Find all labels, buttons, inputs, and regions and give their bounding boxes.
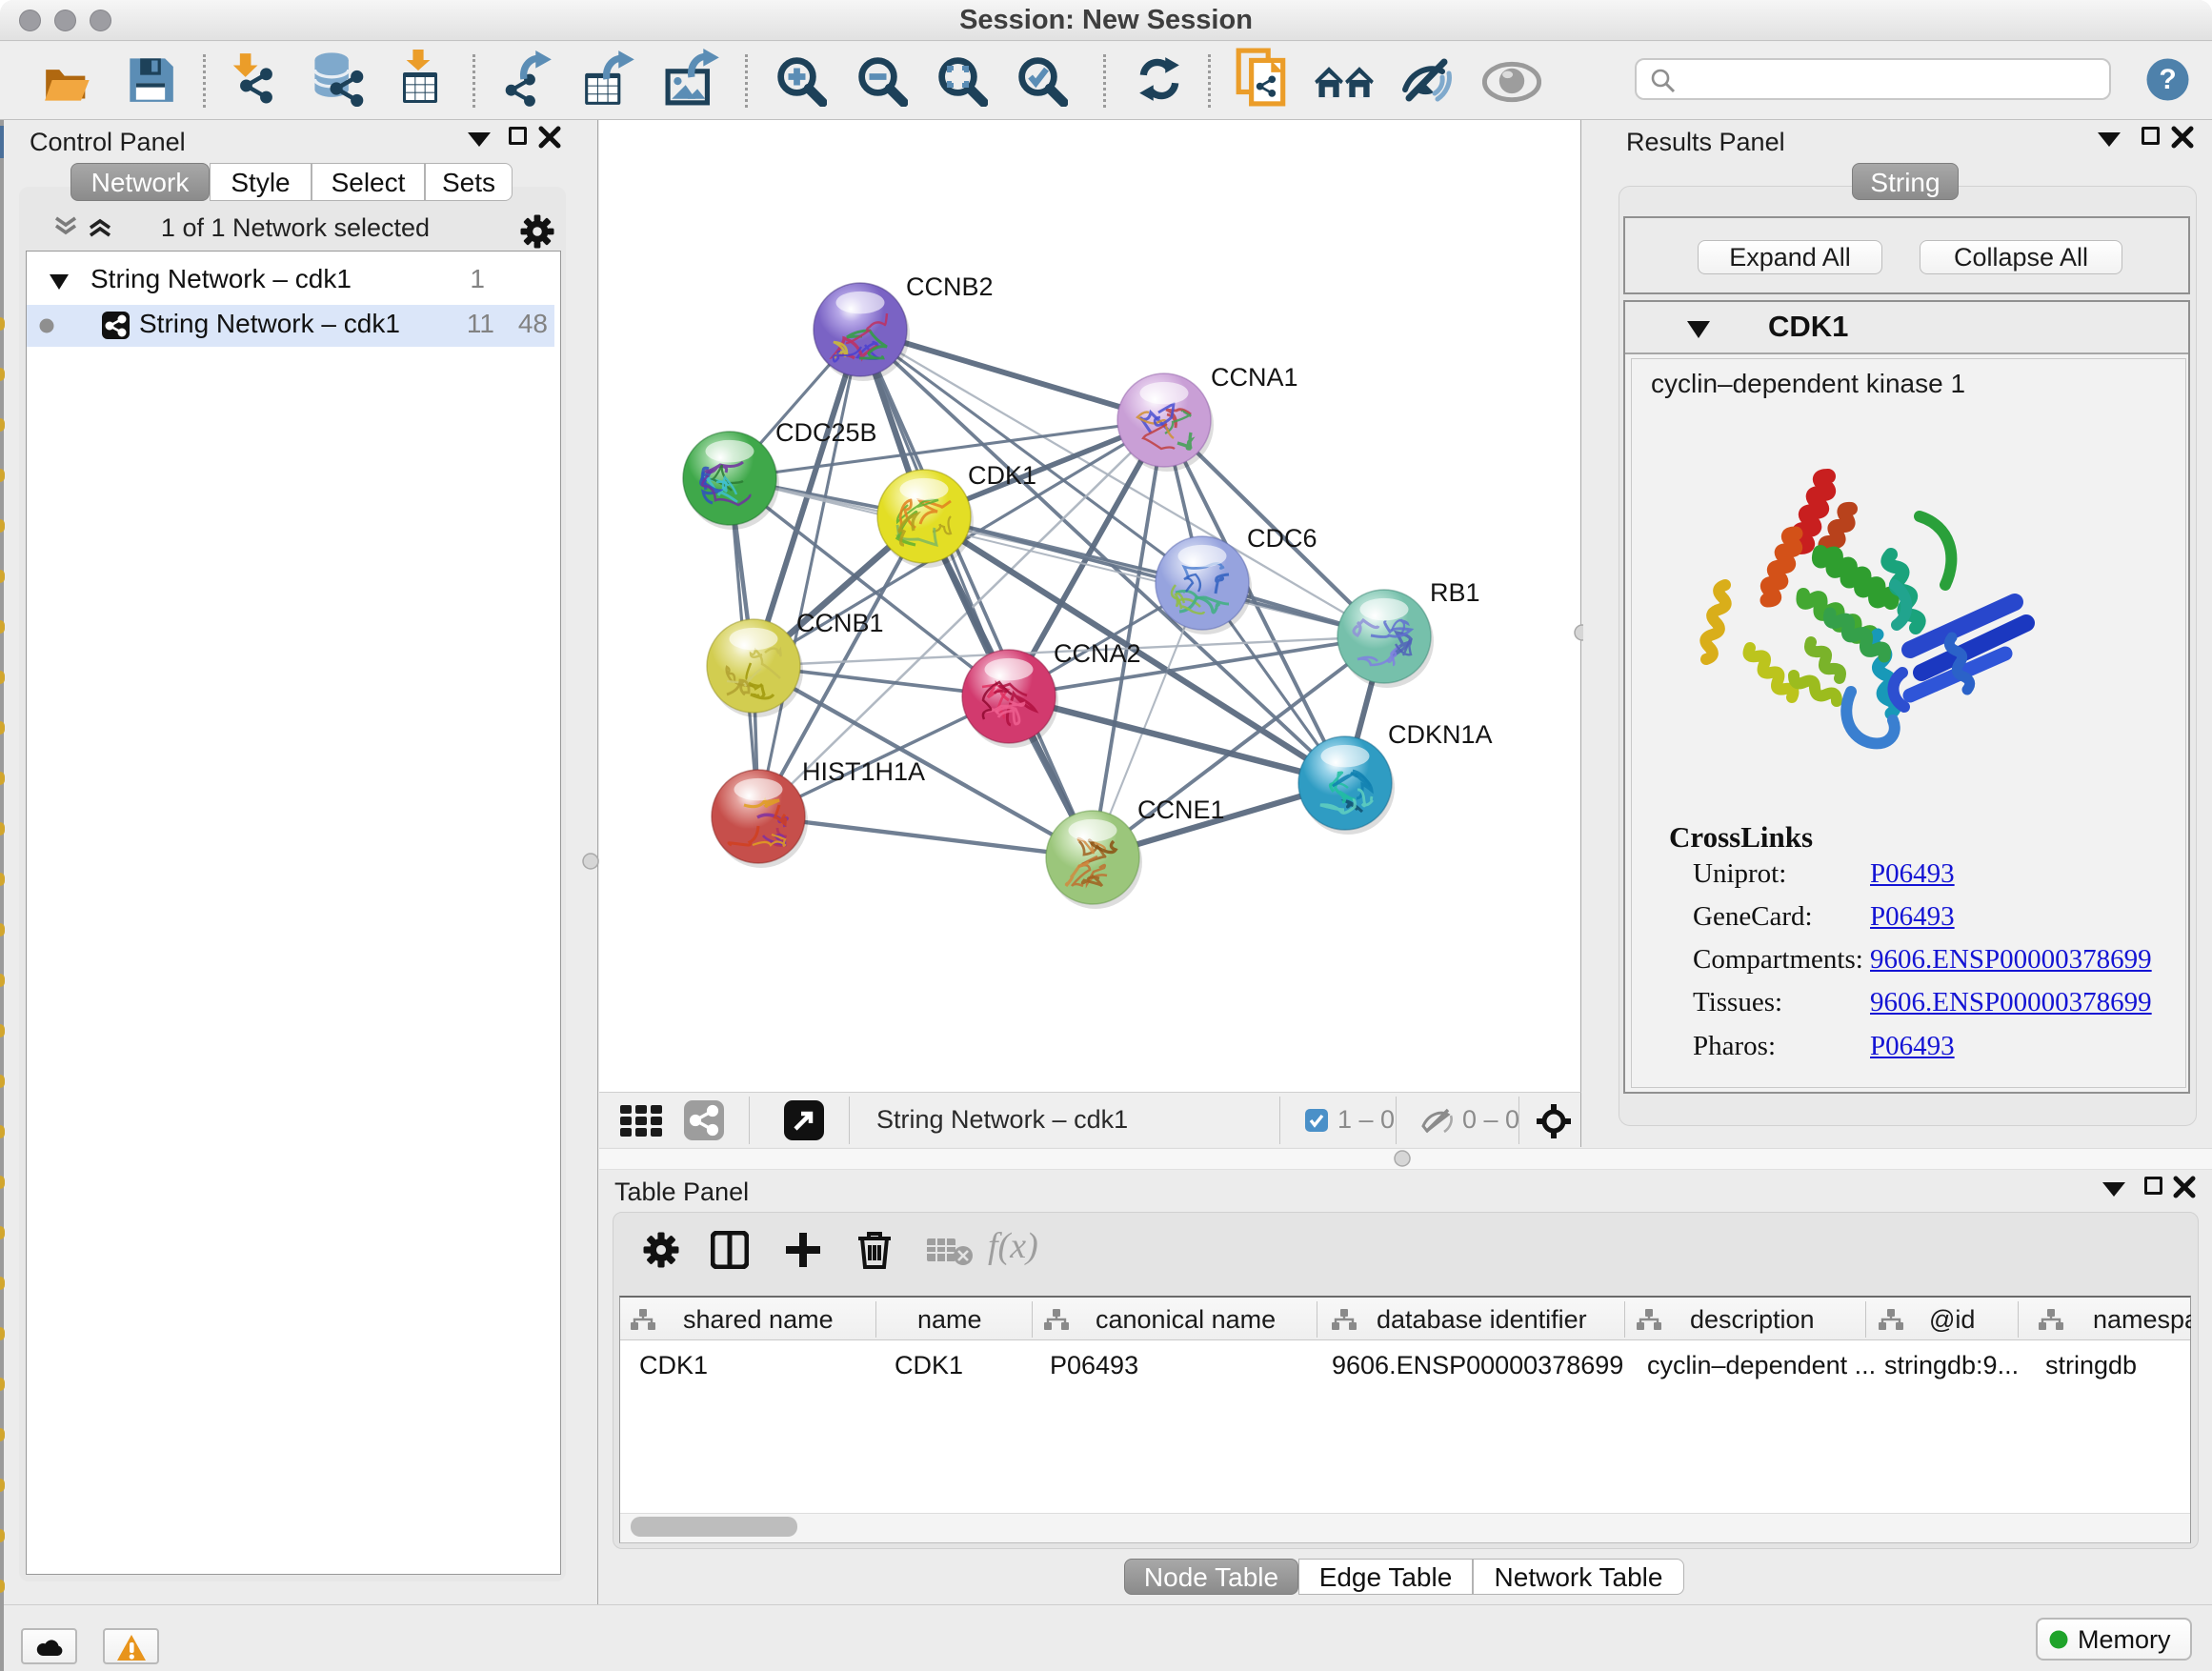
svg-text:CCNA2: CCNA2 — [1054, 639, 1141, 668]
svg-text:HIST1H1A: HIST1H1A — [802, 757, 925, 786]
svg-text:CCNA1: CCNA1 — [1211, 363, 1298, 392]
svg-text:CCNB1: CCNB1 — [796, 609, 884, 637]
svg-text:CCNB2: CCNB2 — [906, 272, 994, 301]
svg-text:CDC25B: CDC25B — [775, 418, 877, 447]
svg-text:RB1: RB1 — [1430, 578, 1480, 607]
svg-text:CDC6: CDC6 — [1247, 524, 1317, 553]
svg-text:CCNE1: CCNE1 — [1137, 795, 1225, 824]
svg-text:CDK1: CDK1 — [968, 461, 1036, 490]
svg-text:?: ? — [2159, 64, 2176, 95]
svg-text:CDKN1A: CDKN1A — [1388, 720, 1493, 749]
